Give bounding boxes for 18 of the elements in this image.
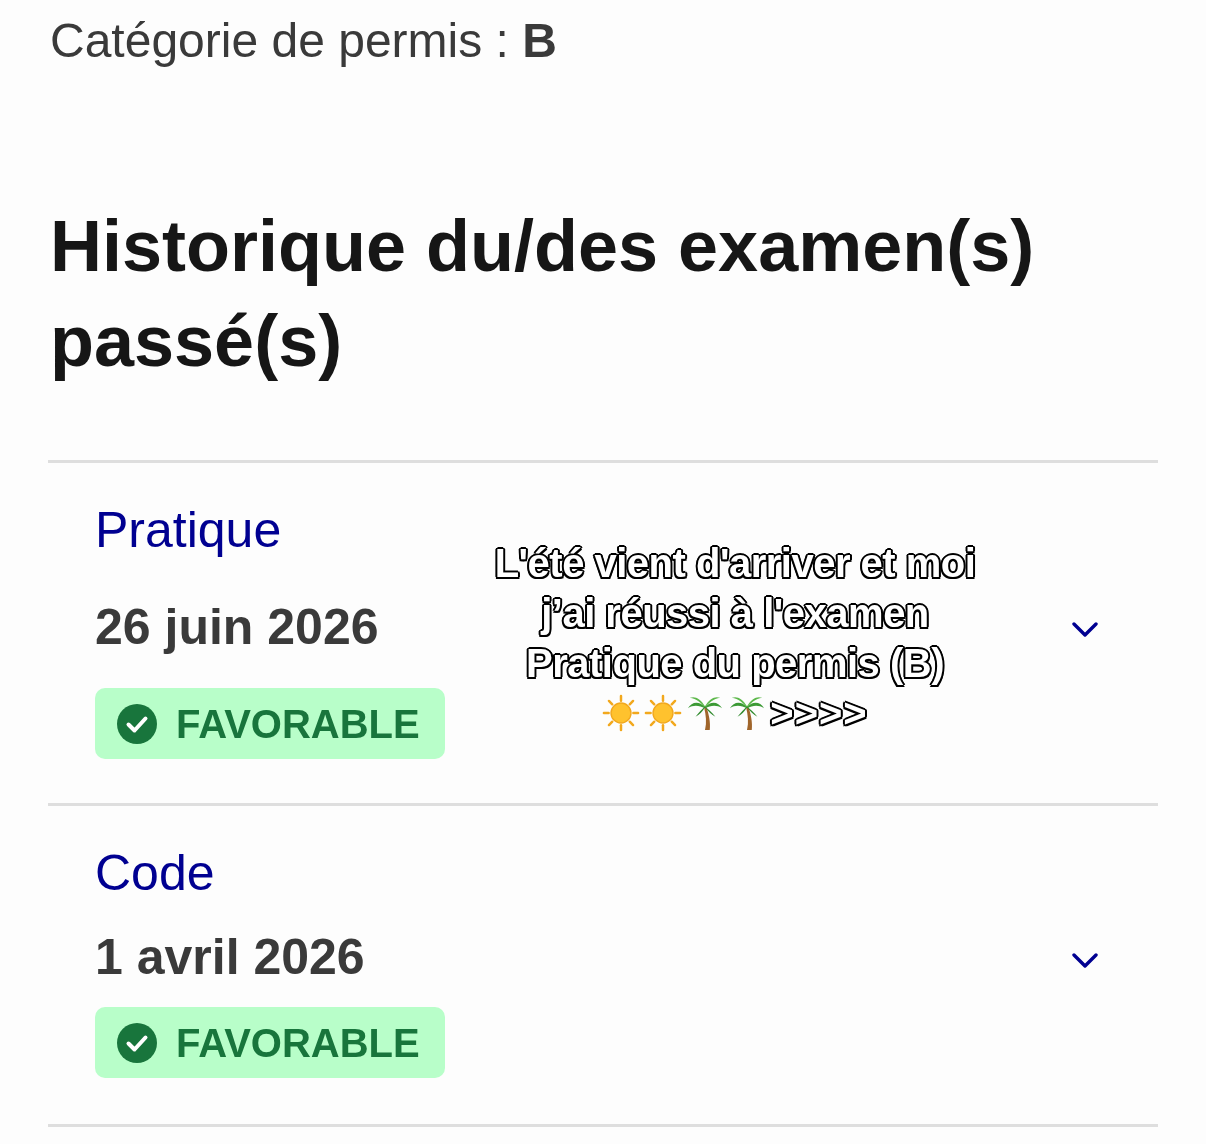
- caption-arrows-text: >>>>: [770, 690, 868, 737]
- palm-tree-icon: [686, 694, 725, 732]
- sun-icon: [644, 694, 683, 732]
- palm-tree-icon: [728, 694, 767, 732]
- license-category-text: Catégorie de permis : B: [50, 13, 558, 69]
- exam-date-text: 26 juin 2026: [95, 598, 379, 657]
- status-label: FAVORABLE: [176, 1022, 420, 1063]
- status-label: FAVORABLE: [176, 703, 420, 744]
- section-heading: Historique du/des examen(s) passé(s): [50, 205, 1036, 383]
- exam-type-title: Pratique: [95, 501, 282, 560]
- check-circle-icon: [117, 1022, 157, 1063]
- sun-icon: [602, 694, 641, 732]
- exam-type-title: Code: [95, 844, 215, 903]
- chevron-down-icon[interactable]: [1072, 622, 1098, 637]
- caption-text: L'été vient d'arriver et moi j’ai réussi à l'examen Pratique du permis (B): [493, 540, 977, 688]
- check-circle-icon: [117, 703, 157, 744]
- chevron-down-icon[interactable]: [1072, 953, 1098, 968]
- exam-date-text: 1 avril 2026: [95, 928, 365, 987]
